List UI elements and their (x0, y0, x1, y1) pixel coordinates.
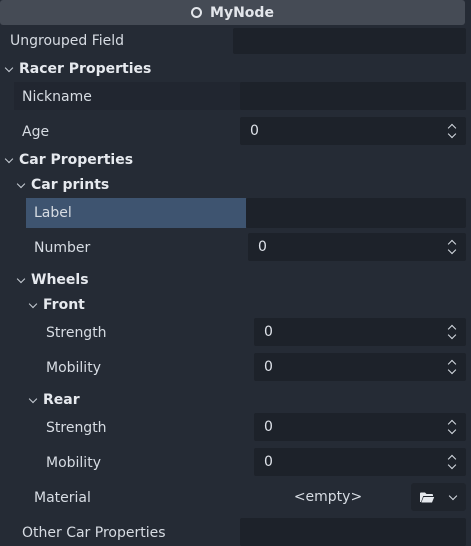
nickname-field[interactable] (240, 82, 466, 110)
material-load-button[interactable] (411, 483, 466, 511)
other-car-properties-field[interactable] (240, 518, 466, 546)
spinner-arrows-icon[interactable] (447, 324, 457, 340)
number-label: Number (34, 240, 91, 256)
folder-icon (420, 492, 435, 502)
rear-strength-label: Strength (46, 420, 107, 436)
material-resource-picker[interactable]: <empty> (246, 483, 410, 511)
number-value: 0 (258, 239, 267, 255)
front-strength-label: Strength (46, 325, 107, 341)
rear-strength-value: 0 (264, 419, 273, 435)
rear-title: Rear (43, 392, 80, 408)
number-spinbox[interactable]: 0 (248, 233, 466, 261)
chevron-down-icon (28, 299, 38, 308)
chevron-down-icon (28, 394, 38, 403)
label-label: Label (34, 205, 72, 221)
chevron-down-icon (448, 491, 458, 500)
spinner-arrows-icon[interactable] (447, 239, 457, 255)
section-racer-title: Racer Properties (19, 61, 152, 77)
car-prints-title: Car prints (31, 177, 110, 193)
front-strength-spinbox[interactable]: 0 (254, 318, 466, 346)
other-car-properties-label: Other Car Properties (22, 525, 166, 541)
spinner-arrows-icon[interactable] (447, 454, 457, 470)
spinner-arrows-icon[interactable] (447, 419, 457, 435)
subsection-rear[interactable]: Rear (28, 388, 80, 412)
front-strength-value: 0 (264, 324, 273, 340)
material-label: Material (34, 490, 91, 506)
front-mobility-label: Mobility (46, 360, 101, 376)
section-car-properties[interactable]: Car Properties (4, 148, 134, 172)
subsection-front[interactable]: Front (28, 293, 85, 317)
rear-mobility-label: Mobility (46, 455, 101, 471)
ungrouped-field-label: Ungrouped Field (10, 33, 125, 49)
nickname-label: Nickname (22, 89, 92, 105)
chevron-down-icon (16, 179, 26, 188)
section-car-title: Car Properties (19, 152, 134, 168)
rear-mobility-spinbox[interactable]: 0 (254, 448, 466, 476)
age-label: Age (22, 124, 50, 140)
rear-strength-spinbox[interactable]: 0 (254, 413, 466, 441)
subsection-car-prints[interactable]: Car prints (16, 173, 110, 197)
age-value: 0 (250, 123, 259, 139)
spinner-arrows-icon[interactable] (447, 123, 457, 139)
front-title: Front (43, 297, 85, 313)
age-spinbox[interactable]: 0 (240, 117, 466, 145)
front-mobility-value: 0 (264, 359, 273, 375)
section-racer-properties[interactable]: Racer Properties (4, 57, 152, 81)
chevron-down-icon (16, 274, 26, 283)
chevron-down-icon (4, 63, 14, 72)
node-header[interactable]: MyNode (0, 0, 465, 25)
node-title: MyNode (210, 4, 274, 21)
chevron-down-icon (4, 154, 14, 163)
material-value: <empty> (293, 489, 363, 505)
label-field[interactable] (246, 198, 466, 228)
node-circle-icon (191, 7, 203, 18)
rear-mobility-value: 0 (264, 454, 273, 470)
spinner-arrows-icon[interactable] (447, 359, 457, 375)
subsection-wheels[interactable]: Wheels (16, 268, 89, 292)
wheels-title: Wheels (31, 272, 89, 288)
ungrouped-field-input[interactable] (233, 28, 466, 54)
front-mobility-spinbox[interactable]: 0 (254, 353, 466, 381)
